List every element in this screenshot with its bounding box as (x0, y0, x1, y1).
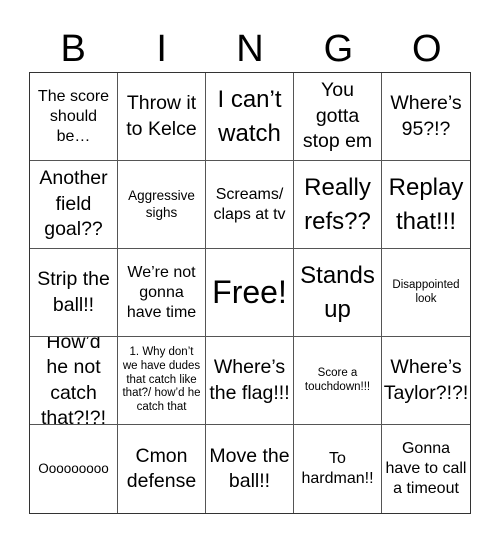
bingo-cell-text: Score a touchdown!!! (304, 366, 371, 393)
bingo-cell-text: We’re not gonna have time (126, 263, 197, 321)
bingo-cell-text: Move the ball!! (209, 444, 290, 492)
bingo-cell[interactable]: Gonna have to call a timeout (382, 425, 470, 513)
bingo-cell[interactable]: How’d he not catch that?!?! (30, 337, 118, 425)
bingo-cell-text: Screams/ claps at tv (213, 185, 286, 223)
bingo-cell-text: The score should be… (37, 87, 110, 145)
bingo-cell-text: Gonna have to call a timeout (385, 440, 467, 497)
bingo-cell[interactable]: Strip the ball!! (30, 249, 118, 337)
bingo-cell[interactable]: Ooooooooo (30, 425, 118, 513)
bingo-cell[interactable]: You gotta stop em (294, 73, 382, 161)
bingo-cell-text: Stands up (300, 261, 375, 323)
bingo-cell-text: Throw it to Kelce (126, 92, 197, 140)
bingo-cell-text: Where’s Taylor?!?! (383, 356, 469, 404)
bingo-cell-text: Strip the ball!! (37, 268, 110, 316)
bingo-cell[interactable]: I can’t watch (206, 73, 294, 161)
bingo-cell-text: Ooooooooo (38, 460, 109, 476)
bingo-cell-text: Another field goal?? (39, 167, 108, 241)
bingo-cell[interactable]: The score should be… (30, 73, 118, 161)
bingo-cell-text: Disappointed look (392, 278, 460, 305)
bingo-cell-text: Cmon defense (126, 444, 197, 492)
bingo-cell[interactable]: Where’s Taylor?!?! (382, 337, 470, 425)
bingo-cell-text: To hardman!! (301, 450, 374, 487)
bingo-grid: The score should be… Throw it to Kelce I c… (29, 72, 471, 514)
bingo-cell-text: Where’s 95?!? (390, 92, 462, 140)
bingo-cell-text: Where’s the flag!!! (209, 356, 290, 404)
bingo-cell[interactable]: Screams/ claps at tv (206, 161, 294, 249)
bingo-cell-text: I can’t watch (217, 85, 282, 147)
bingo-cell-text: How’d he not catch that?!?! (40, 337, 107, 425)
bingo-cell[interactable]: Replay that!!! (382, 161, 470, 249)
bingo-cell[interactable]: We’re not gonna have time (118, 249, 206, 337)
bingo-cell[interactable]: Score a touchdown!!! (294, 337, 382, 425)
bingo-cell[interactable]: Disappointed look (382, 249, 470, 337)
bingo-cell[interactable]: To hardman!! (294, 425, 382, 513)
header-letter-b: B (60, 28, 86, 70)
bingo-cell-text: Really refs?? (304, 173, 371, 235)
header-letter-i: I (156, 28, 167, 70)
bingo-cell[interactable]: Really refs?? (294, 161, 382, 249)
bingo-cell-text: You gotta stop em (302, 79, 373, 153)
bingo-cell-text: Aggressive sighs (128, 187, 195, 220)
bingo-cell-text: Replay that!!! (388, 173, 464, 235)
bingo-cell[interactable]: Another field goal?? (30, 161, 118, 249)
bingo-cell[interactable]: Throw it to Kelce (118, 73, 206, 161)
header-letter-n: N (236, 28, 264, 70)
bingo-cell-free[interactable]: Free! (206, 249, 294, 337)
bingo-cell-text: 1. Why don’t we have dudes that catch li… (122, 346, 201, 414)
bingo-header: B I N G O (29, 26, 471, 72)
bingo-cell[interactable]: 1. Why don’t we have dudes that catch li… (118, 337, 206, 425)
bingo-cell[interactable]: Where’s the flag!!! (206, 337, 294, 425)
bingo-cell-text: Free! (212, 273, 287, 310)
bingo-cell[interactable]: Aggressive sighs (118, 161, 206, 249)
bingo-cell[interactable]: Where’s 95?!? (382, 73, 470, 161)
header-letter-g: G (323, 28, 354, 70)
bingo-cell[interactable]: Stands up (294, 249, 382, 337)
bingo-cell[interactable]: Move the ball!! (206, 425, 294, 513)
bingo-cell[interactable]: Cmon defense (118, 425, 206, 513)
header-letter-o: O (412, 28, 442, 70)
